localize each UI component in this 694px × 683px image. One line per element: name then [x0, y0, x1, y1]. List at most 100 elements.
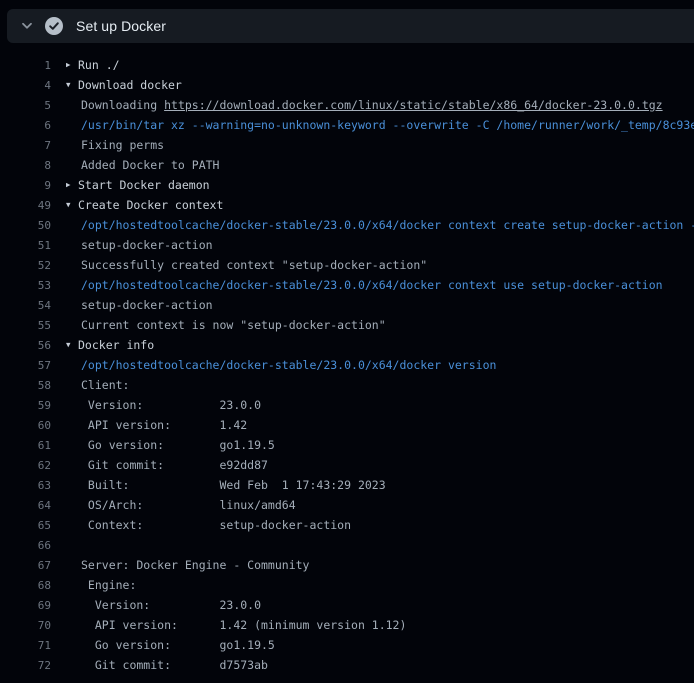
- log-line: 7Fixing perms: [0, 135, 694, 155]
- log-line: 56 ▼Docker info: [0, 335, 694, 355]
- line-number[interactable]: 64: [0, 499, 51, 512]
- log-line: 63 Built: Wed Feb 1 17:43:29 2023: [0, 475, 694, 495]
- line-number[interactable]: 70: [0, 619, 51, 632]
- caret-down-icon[interactable]: ▼: [66, 341, 78, 349]
- caret-down-icon[interactable]: ▼: [66, 81, 78, 89]
- log-line: 64 OS/Arch: linux/amd64: [0, 495, 694, 515]
- log-line: 68 Engine:: [0, 575, 694, 595]
- log-line: 69 Version: 23.0.0: [0, 595, 694, 615]
- line-number[interactable]: 9: [0, 179, 51, 192]
- log-text: Client:: [81, 378, 129, 392]
- log-text: OS/Arch: linux/amd64: [81, 498, 296, 512]
- log-line: 9 ▶Start Docker daemon: [0, 175, 694, 195]
- line-number[interactable]: 63: [0, 479, 51, 492]
- log-line: 58 Client:: [0, 375, 694, 395]
- command-text: /opt/hostedtoolcache/docker-stable/23.0.…: [81, 358, 496, 372]
- log-line: 60 API version: 1.42: [0, 415, 694, 435]
- log-text: Built: Wed Feb 1 17:43:29 2023: [81, 478, 386, 492]
- log-line: 50/opt/hostedtoolcache/docker-stable/23.…: [0, 215, 694, 235]
- log-line: 1 ▶Run ./: [0, 55, 694, 75]
- line-number[interactable]: 52: [0, 259, 51, 272]
- caret-right-icon[interactable]: ▶: [66, 61, 78, 69]
- line-number[interactable]: 4: [0, 79, 51, 92]
- line-number[interactable]: 54: [0, 299, 51, 312]
- group-title[interactable]: Download docker: [78, 78, 182, 92]
- line-number[interactable]: 51: [0, 239, 51, 252]
- command-text: /opt/hostedtoolcache/docker-stable/23.0.…: [81, 218, 694, 232]
- line-number[interactable]: 71: [0, 639, 51, 652]
- log-text: Git commit: d7573ab: [81, 658, 268, 672]
- log-line: 61 Go version: go1.19.5: [0, 435, 694, 455]
- command-text: /opt/hostedtoolcache/docker-stable/23.0.…: [81, 278, 663, 292]
- log-line: 53/opt/hostedtoolcache/docker-stable/23.…: [0, 275, 694, 295]
- log-line: 72 Git commit: d7573ab: [0, 655, 694, 675]
- status-check-icon: [45, 17, 63, 35]
- log-line: 52 Successfully created context "setup-do…: [0, 255, 694, 275]
- line-number[interactable]: 61: [0, 439, 51, 452]
- line-number[interactable]: 57: [0, 359, 51, 372]
- log-console: 1▶Run ./4▼Download docker5Downloading ht…: [0, 43, 694, 675]
- line-number[interactable]: 60: [0, 419, 51, 432]
- log-line: 6/usr/bin/tar xz --warning=no-unknown-ke…: [0, 115, 694, 135]
- step-title: Set up Docker: [76, 18, 166, 34]
- log-line: 66: [0, 535, 694, 555]
- log-text: Git commit: e92dd87: [81, 458, 268, 472]
- log-text: API version: 1.42 (minimum version 1.12): [81, 618, 406, 632]
- log-text: Current context is now "setup-docker-act…: [81, 318, 386, 332]
- log-line: 71 Go version: go1.19.5: [0, 635, 694, 655]
- line-number[interactable]: 66: [0, 539, 51, 552]
- log-line: 65 Context: setup-docker-action: [0, 515, 694, 535]
- log-text: Go version: go1.19.5: [81, 638, 275, 652]
- line-number[interactable]: 56: [0, 339, 51, 352]
- line-number[interactable]: 53: [0, 279, 51, 292]
- caret-down-icon[interactable]: ▼: [66, 201, 78, 209]
- line-number[interactable]: 55: [0, 319, 51, 332]
- log-text: API version: 1.42: [81, 418, 247, 432]
- log-text: Context: setup-docker-action: [81, 518, 351, 532]
- group-title[interactable]: Create Docker context: [78, 198, 223, 212]
- group-title[interactable]: Start Docker daemon: [78, 178, 210, 192]
- log-line: 62 Git commit: e92dd87: [0, 455, 694, 475]
- log-text: Server: Docker Engine - Community: [81, 558, 309, 572]
- log-line: 67 Server: Docker Engine - Community: [0, 555, 694, 575]
- line-number[interactable]: 50: [0, 219, 51, 232]
- log-lines: 1▶Run ./4▼Download docker5Downloading ht…: [0, 55, 694, 675]
- command-text: /usr/bin/tar xz --warning=no-unknown-key…: [81, 118, 694, 132]
- line-number[interactable]: 7: [0, 139, 51, 152]
- chevron-down-icon[interactable]: [20, 19, 34, 33]
- log-text: setup-docker-action: [81, 298, 213, 312]
- log-line: 51 setup-docker-action: [0, 235, 694, 255]
- line-number[interactable]: 49: [0, 199, 51, 212]
- log-text: setup-docker-action: [81, 238, 213, 252]
- group-title[interactable]: Run ./: [78, 58, 120, 72]
- log-line: 8Added Docker to PATH: [0, 155, 694, 175]
- log-line: 4 ▼Download docker: [0, 75, 694, 95]
- log-line: 70 API version: 1.42 (minimum version 1.…: [0, 615, 694, 635]
- log-line: 55 Current context is now "setup-docker-a…: [0, 315, 694, 335]
- log-text: Successfully created context "setup-dock…: [81, 258, 427, 272]
- line-number[interactable]: 68: [0, 579, 51, 592]
- log-line: 59 Version: 23.0.0: [0, 395, 694, 415]
- line-number[interactable]: 59: [0, 399, 51, 412]
- log-line: 5 Downloading https://download.docker.com…: [0, 95, 694, 115]
- log-text: Downloading https://download.docker.com/…: [81, 98, 663, 112]
- group-title[interactable]: Docker info: [78, 338, 154, 352]
- line-number[interactable]: 5: [0, 99, 51, 112]
- log-line: 49 ▼Create Docker context: [0, 195, 694, 215]
- log-line: 57/opt/hostedtoolcache/docker-stable/23.…: [0, 355, 694, 375]
- line-number[interactable]: 69: [0, 599, 51, 612]
- line-number[interactable]: 8: [0, 159, 51, 172]
- line-number[interactable]: 1: [0, 59, 51, 72]
- line-number[interactable]: 58: [0, 379, 51, 392]
- line-number[interactable]: 65: [0, 519, 51, 532]
- line-number[interactable]: 6: [0, 119, 51, 132]
- line-number[interactable]: 67: [0, 559, 51, 572]
- line-number[interactable]: 62: [0, 459, 51, 472]
- caret-right-icon[interactable]: ▶: [66, 181, 78, 189]
- log-text: Engine:: [81, 578, 136, 592]
- log-text: Version: 23.0.0: [81, 598, 261, 612]
- step-header[interactable]: Set up Docker: [7, 9, 694, 43]
- log-link[interactable]: https://download.docker.com/linux/static…: [164, 98, 663, 112]
- log-text: Version: 23.0.0: [81, 398, 261, 412]
- line-number[interactable]: 72: [0, 659, 51, 672]
